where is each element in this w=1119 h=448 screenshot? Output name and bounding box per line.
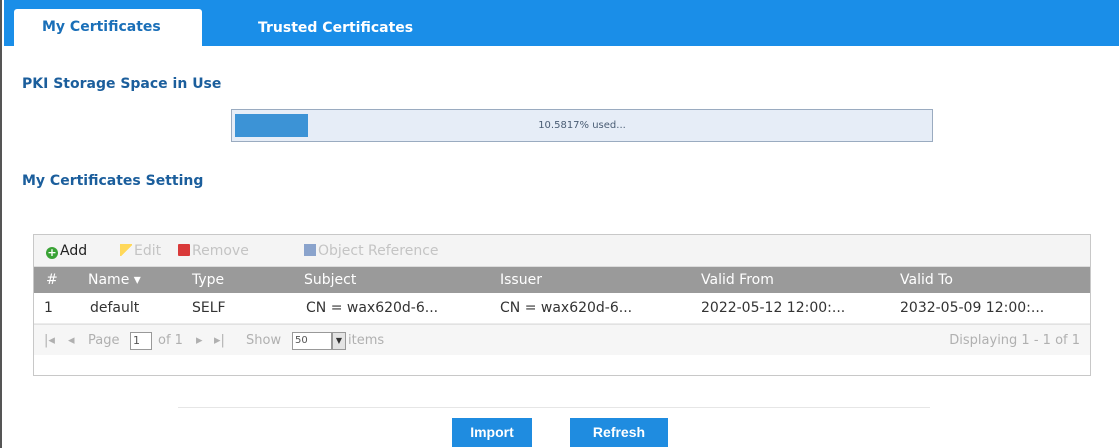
table-row[interactable]: 1 default SELF CN = wax620d-6... CN = wa… [34,293,1090,324]
page-number-input[interactable]: 1 [130,332,152,350]
edit-button[interactable]: Edit [120,242,161,260]
next-page-icon[interactable]: ▸ [196,325,203,356]
column-header-index[interactable]: # [46,267,58,293]
storage-progress-bar: 10.5817% used... [231,109,933,142]
remove-button[interactable]: Remove [178,242,249,260]
add-button[interactable]: + Add [46,242,87,260]
grid-pager: |◂ ◂ Page 1 of 1 ▸ ▸| Show 50 ▼ items Di… [34,324,1090,355]
column-header-issuer[interactable]: Issuer [500,267,542,293]
remove-label: Remove [192,243,249,259]
object-reference-icon [304,244,316,256]
column-header-valid-to[interactable]: Valid To [900,267,953,293]
page-label: Page [88,333,120,348]
cell-type: SELF [192,300,226,316]
add-label: Add [60,243,88,259]
column-header-valid-from[interactable]: Valid From [701,267,774,293]
settings-section-title: My Certificates Setting [22,173,204,189]
previous-page-icon[interactable]: ◂ [68,325,75,356]
storage-section-title: PKI Storage Space in Use [22,76,222,92]
object-reference-label: Object Reference [318,243,439,259]
tab-trusted-certificates[interactable]: Trusted Certificates [258,14,413,51]
trash-icon [178,244,190,256]
cell-index: 1 [44,300,53,316]
column-header-subject[interactable]: Subject [304,267,356,293]
cell-issuer: CN = wax620d-6... [500,300,633,316]
show-label: Show [246,333,282,348]
tab-bar: My Certificates Trusted Certificates [4,0,1119,46]
refresh-button[interactable]: Refresh [570,418,668,447]
column-header-name[interactable]: Name ▾ [88,267,141,293]
column-header-type[interactable]: Type [192,267,224,293]
page-count-label: of 1 [158,333,183,348]
cell-valid-from: 2022-05-12 12:00:... [701,300,846,316]
edit-label: Edit [134,243,162,259]
displaying-summary: Displaying 1 - 1 of 1 [949,333,1080,348]
page-size-select[interactable]: 50 [292,332,332,350]
tab-my-certificates[interactable]: My Certificates [14,9,202,46]
cell-name: default [90,300,140,316]
edit-icon [120,244,132,256]
object-reference-button[interactable]: Object Reference [304,242,439,260]
storage-progress-text: 10.5817% used... [538,120,626,131]
last-page-icon[interactable]: ▸| [214,325,225,356]
certificates-grid: + Add Edit Remove Object Reference # Name… [33,234,1091,376]
chevron-down-icon[interactable]: ▼ [332,332,346,350]
cell-valid-to: 2032-05-09 12:00:... [900,300,1045,316]
items-label: items [348,333,385,348]
divider [178,407,930,408]
table-header: # Name ▾ Type Subject Issuer Valid From … [34,267,1090,293]
content-frame: My Certificates Trusted Certificates PKI… [0,0,1119,448]
add-icon: + [46,246,58,259]
grid-toolbar: + Add Edit Remove Object Reference [34,235,1090,267]
cell-subject: CN = wax620d-6... [306,300,439,316]
first-page-icon[interactable]: |◂ [44,325,55,356]
import-button[interactable]: Import [452,418,532,447]
